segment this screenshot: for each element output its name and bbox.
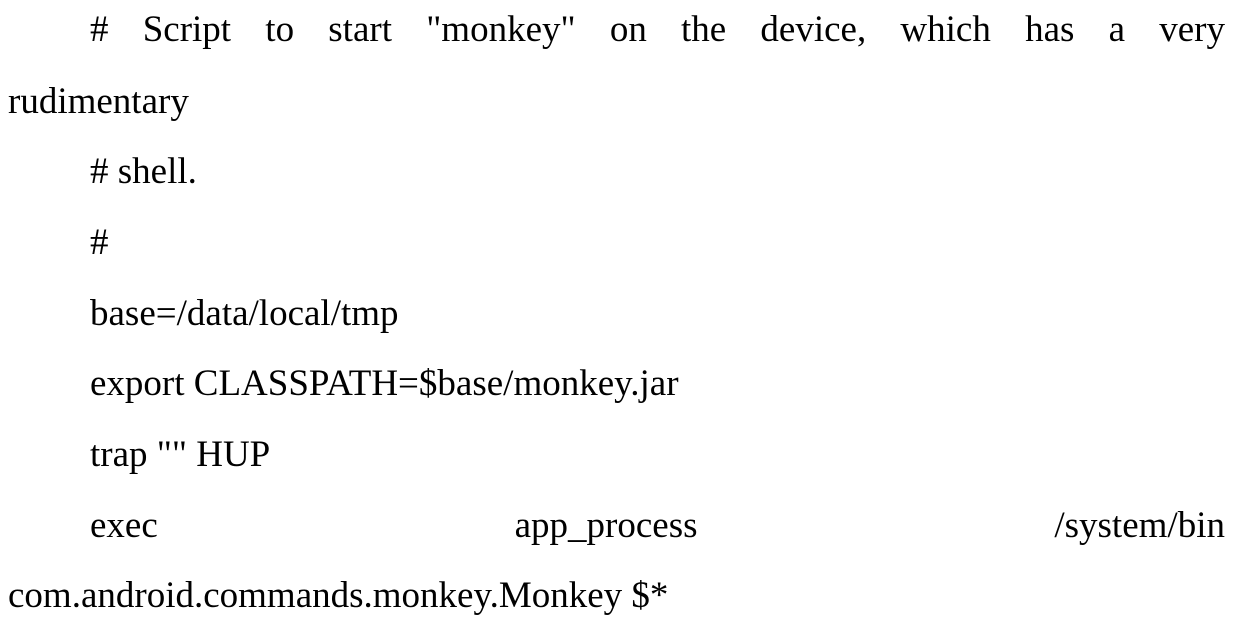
word: Script <box>142 9 232 50</box>
word: a <box>1108 9 1126 50</box>
word: app_process <box>514 505 698 546</box>
word: the <box>681 9 727 50</box>
word: on <box>609 9 647 50</box>
exec-line: exec app_process /system/bin <box>90 507 1225 544</box>
script-comment-line-2: rudimentary <box>8 81 189 122</box>
word: # <box>90 9 109 50</box>
word: has <box>1025 9 1075 50</box>
script-comment-line-1: # Script to start "monkey" on the device… <box>90 11 1225 48</box>
word: "monkey" <box>426 9 576 50</box>
script-comment-line-3: # shell. <box>90 151 197 192</box>
word: device, <box>760 9 867 50</box>
trap-line: trap "" HUP <box>90 434 271 475</box>
script-comment-line-4: # <box>90 222 109 263</box>
word: /system/bin <box>1054 505 1225 546</box>
word: to <box>265 9 295 50</box>
exec-line-continuation: com.android.commands.monkey.Monkey $* <box>8 575 669 616</box>
base-assignment-line: base=/data/local/tmp <box>90 293 399 334</box>
word: very <box>1159 9 1225 50</box>
word: which <box>900 9 991 50</box>
word: exec <box>90 505 158 546</box>
word: start <box>328 9 392 50</box>
export-classpath-line: export CLASSPATH=$base/monkey.jar <box>90 363 679 404</box>
